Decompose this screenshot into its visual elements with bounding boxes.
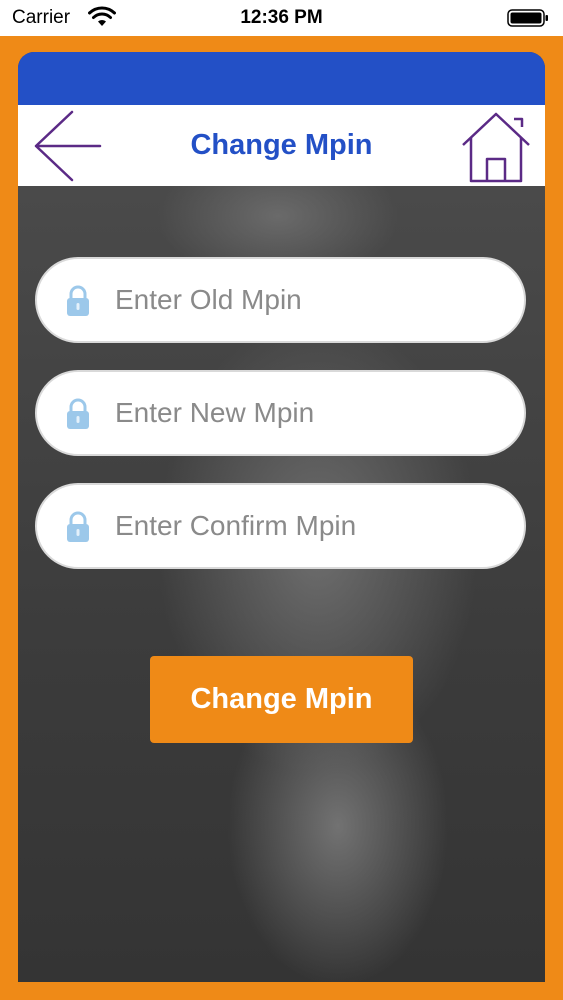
app-frame: Change Mpin Change Mpin [0,36,563,1000]
clock: 12:36 PM [240,7,323,28]
old-mpin-field[interactable] [35,257,526,343]
top-color-bar [18,52,545,105]
change-mpin-button[interactable]: Change Mpin [150,656,413,743]
lock-icon [67,285,89,316]
main-card: Change Mpin Change Mpin [18,52,545,982]
new-mpin-field[interactable] [35,370,526,456]
lock-icon [67,398,89,429]
confirm-mpin-field[interactable] [35,483,526,569]
navigation-bar: Change Mpin [18,105,545,186]
status-bar: Carrier 12:36 PM [0,0,563,36]
lock-icon [67,511,89,542]
home-button[interactable] [459,109,533,183]
home-icon [462,112,530,183]
old-mpin-input[interactable] [115,277,505,323]
new-mpin-input[interactable] [115,390,505,436]
battery-icon [507,9,548,27]
confirm-mpin-input[interactable] [115,503,505,549]
